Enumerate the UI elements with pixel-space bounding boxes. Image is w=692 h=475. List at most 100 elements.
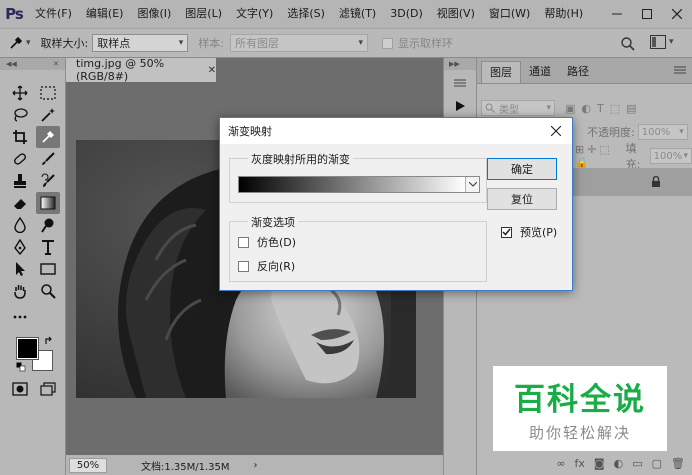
menu-lines-icon — [454, 79, 466, 87]
gradient-options-title: 渐变选项 — [248, 214, 298, 230]
type-tool[interactable] — [36, 236, 60, 258]
eraser-tool[interactable] — [8, 192, 32, 214]
menu-file[interactable]: 文件(F) — [28, 0, 79, 28]
screen-mode-button[interactable] — [36, 378, 60, 400]
gradient-preview-bar[interactable] — [239, 177, 465, 192]
new-layer-icon[interactable]: ▢ — [652, 457, 662, 470]
chevron-down-icon: ▾ — [26, 38, 31, 48]
preview-checkbox[interactable] — [501, 226, 512, 238]
layers-panel-tabs: 图层 通道 路径 — [477, 58, 692, 84]
options-bar: ▾ 取样大小: 取样点 ▾ 样本: 所有图层 ▾ 显示取样环 ▾ — [0, 28, 692, 58]
menu-3d[interactable]: 3D(D) — [383, 0, 430, 28]
ok-button[interactable]: 确定 — [487, 158, 557, 180]
link-layers-icon[interactable]: ∞ — [556, 457, 565, 470]
stamp-tool[interactable] — [8, 170, 32, 192]
collapse-icon[interactable]: ◀◀ — [6, 60, 17, 68]
layer-filter-icons[interactable]: ▣◐T⬚▤ — [565, 102, 643, 115]
arrow-cursor-icon — [16, 262, 25, 276]
gradient-map-dialog: 渐变映射 灰度映射所用的渐变 渐变选项 仿色(D) 反向(R) 确定 复位 预览… — [219, 117, 573, 291]
chevron-down-icon: ▾ — [679, 127, 684, 137]
document-tab[interactable]: timg.jpg @ 50%(RGB/8#) ✕ — [66, 57, 216, 83]
marquee-tool[interactable] — [36, 82, 60, 104]
quick-mask-button[interactable] — [8, 378, 32, 400]
magic-wand-tool[interactable] — [36, 104, 60, 126]
tab-layers[interactable]: 图层 — [481, 61, 521, 83]
menu-filter[interactable]: 滤镜(T) — [332, 0, 383, 28]
rectangle-icon — [40, 263, 56, 275]
path-selection-tool[interactable] — [8, 258, 32, 280]
status-menu-arrow-icon[interactable]: › — [254, 460, 258, 471]
rectangle-tool[interactable] — [36, 258, 60, 280]
blur-tool[interactable] — [8, 214, 32, 236]
gradient-dropdown-button[interactable] — [465, 177, 479, 192]
menu-image[interactable]: 图像(I) — [130, 0, 178, 28]
sample-select[interactable]: 所有图层 ▾ — [229, 34, 368, 52]
menu-type[interactable]: 文字(Y) — [229, 0, 280, 28]
tool-preset-picker[interactable]: ▾ — [8, 35, 31, 51]
sample-size-select[interactable]: 取样点 ▾ — [92, 34, 189, 52]
reset-button[interactable]: 复位 — [487, 188, 557, 210]
dodge-tool[interactable] — [36, 214, 60, 236]
lock-icons[interactable]: ⊞✛⬚🔒 — [575, 143, 620, 169]
opacity-field[interactable]: 100% ▾ — [637, 124, 688, 140]
healing-brush-tool[interactable] — [8, 148, 32, 170]
more-tools-button[interactable] — [8, 306, 32, 328]
swap-colors-button[interactable] — [44, 336, 54, 349]
tab-paths[interactable]: 路径 — [559, 61, 597, 83]
chevron-down-icon: ▾ — [669, 37, 674, 47]
zoom-tool[interactable] — [36, 280, 60, 302]
watermark-subtitle: 助你轻松解决 — [528, 424, 631, 442]
new-group-icon[interactable]: ▭ — [632, 457, 642, 470]
layers-footer: ∞ fx ◙ ◐ ▭ ▢ 🗑 — [477, 451, 692, 475]
layer-filter-select[interactable]: 类型 ▾ — [481, 100, 555, 116]
brush-tool[interactable] — [36, 148, 60, 170]
search-button[interactable] — [620, 36, 636, 55]
history-brush-tool[interactable] — [36, 170, 60, 192]
menu-help[interactable]: 帮助(H) — [537, 0, 590, 28]
dialog-close-button[interactable] — [546, 121, 566, 141]
dock-collapse-icon[interactable]: ▶▶ — [444, 58, 476, 70]
stamp-icon — [14, 174, 26, 188]
foreground-color-swatch-top[interactable] — [16, 337, 39, 360]
reverse-checkbox[interactable] — [238, 260, 249, 272]
actions-panel-button[interactable] — [454, 100, 466, 115]
close-document-icon[interactable]: ✕ — [208, 65, 216, 76]
reverse-option[interactable]: 反向(R) — [238, 258, 295, 274]
crop-tool[interactable] — [8, 126, 32, 148]
panel-menu-icon[interactable] — [674, 65, 686, 78]
menu-edit[interactable]: 编辑(E) — [79, 0, 131, 28]
menu-view[interactable]: 视图(V) — [430, 0, 482, 28]
add-mask-icon[interactable]: ◙ — [594, 457, 605, 470]
eyedropper-tool[interactable] — [36, 126, 60, 148]
fill-field[interactable]: 100% ▾ — [649, 148, 692, 164]
opacity-value: 100% — [641, 126, 671, 138]
menu-window[interactable]: 窗口(W) — [482, 0, 537, 28]
gradient-picker[interactable] — [238, 176, 480, 193]
panel-menu-icon[interactable] — [454, 78, 466, 91]
dialog-title-bar[interactable]: 渐变映射 — [220, 118, 572, 144]
default-colors-button[interactable] — [16, 362, 26, 375]
workspace-switcher[interactable]: ▾ — [650, 35, 674, 49]
minimize-button[interactable] — [602, 0, 632, 28]
tab-channels[interactable]: 通道 — [521, 61, 559, 83]
menu-select[interactable]: 选择(S) — [280, 0, 332, 28]
show-ring-checkbox[interactable] — [381, 37, 393, 49]
close-panel-icon[interactable]: ✕ — [53, 60, 59, 68]
preview-option[interactable]: 预览(P) — [501, 224, 557, 240]
close-window-button[interactable] — [662, 0, 692, 28]
maximize-button[interactable] — [632, 0, 662, 28]
fx-icon[interactable]: fx — [575, 457, 585, 470]
gradient-tool[interactable] — [36, 192, 60, 214]
pen-tool[interactable] — [8, 236, 32, 258]
trash-icon[interactable]: 🗑 — [671, 457, 685, 470]
dither-checkbox[interactable] — [238, 236, 249, 248]
droplet-icon — [14, 217, 26, 233]
menu-layer[interactable]: 图层(L) — [178, 0, 229, 28]
maximize-icon — [642, 9, 652, 19]
adjustment-layer-icon[interactable]: ◐ — [614, 457, 624, 470]
dither-option[interactable]: 仿色(D) — [238, 234, 296, 250]
move-tool[interactable] — [8, 82, 32, 104]
zoom-field[interactable]: 50% — [69, 457, 107, 473]
lasso-tool[interactable] — [8, 104, 32, 126]
hand-tool[interactable] — [8, 280, 32, 302]
